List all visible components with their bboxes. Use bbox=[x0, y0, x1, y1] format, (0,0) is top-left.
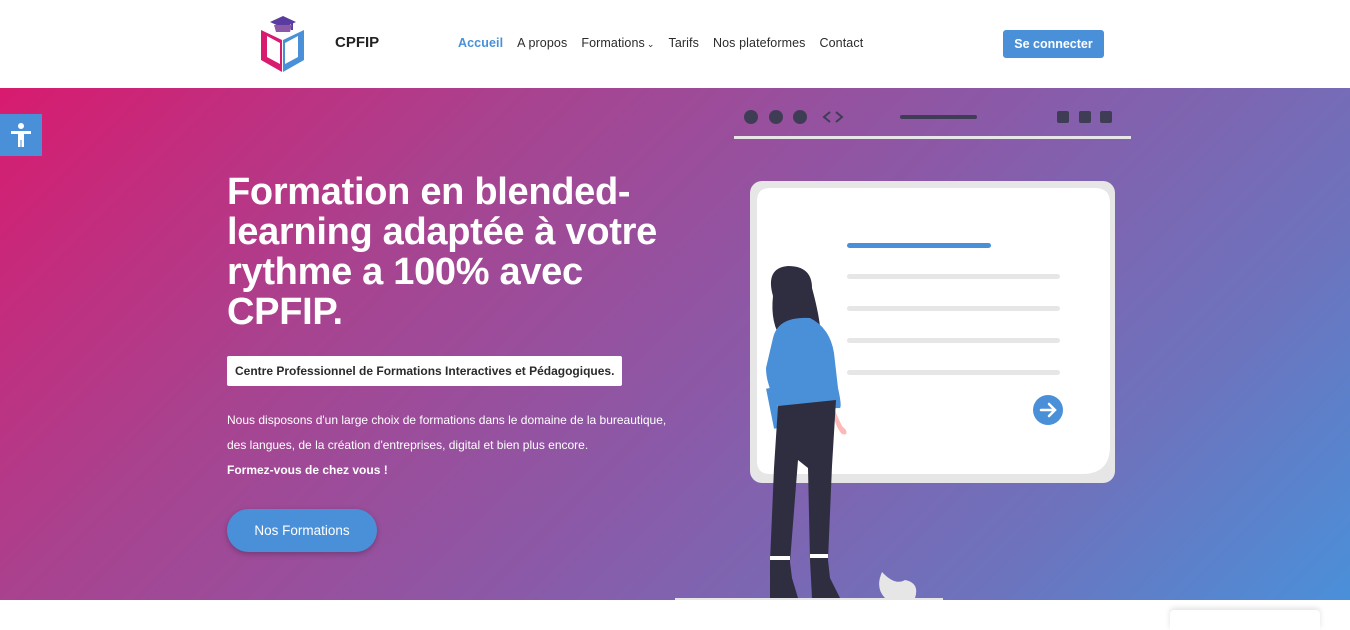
accessibility-icon[interactable] bbox=[0, 114, 42, 156]
hero-description: Nous disposons d'un large choix de forma… bbox=[227, 408, 687, 483]
nav-item-contact[interactable]: Contact bbox=[820, 36, 864, 50]
hero-tagline: Centre Professionnel de Formations Inter… bbox=[227, 356, 623, 386]
brand-name[interactable]: CPFIP bbox=[335, 34, 379, 51]
chevron-down-icon: ⌄ bbox=[646, 39, 655, 49]
nav-item-formations-label: Formations bbox=[581, 36, 645, 50]
nav-item-tarifs[interactable]: Tarifs bbox=[669, 36, 699, 50]
nav-item-accueil[interactable]: Accueil bbox=[458, 36, 503, 50]
footer-card bbox=[1170, 610, 1320, 630]
description-bold: Formez-vous de chez vous ! bbox=[227, 463, 388, 477]
nav-item-formations[interactable]: Formations ⌄ bbox=[581, 36, 654, 50]
hero-section: Formation en blended-learning adaptée à … bbox=[0, 88, 1350, 600]
description-line-1: Nous disposons d'un large choix de forma… bbox=[227, 413, 667, 427]
nos-formations-button[interactable]: Nos Formations bbox=[227, 509, 377, 552]
hero-illustration bbox=[675, 110, 1131, 600]
login-button[interactable]: Se connecter bbox=[1003, 30, 1104, 58]
main-nav: Accueil A propos Formations ⌄ Tarifs Nos … bbox=[458, 36, 877, 50]
nav-item-a-propos[interactable]: A propos bbox=[517, 36, 567, 50]
hero-headline: Formation en blended-learning adaptée à … bbox=[227, 171, 657, 333]
cpfip-logo[interactable] bbox=[258, 14, 308, 74]
nav-item-nos-plateformes[interactable]: Nos plateformes bbox=[713, 36, 806, 50]
arrow-right-icon bbox=[1033, 395, 1063, 425]
site-header: CPFIP Accueil A propos Formations ⌄ Tarif… bbox=[0, 0, 1350, 88]
description-line-2: des langues, de la création d'entreprise… bbox=[227, 438, 589, 452]
